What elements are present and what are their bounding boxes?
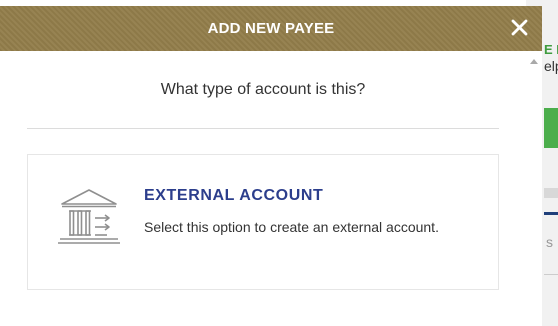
account-type-question: What type of account is this? [160,81,366,98]
modal-body: What type of account is this? EXTERNAL A… [0,51,526,326]
background-divider [544,274,558,275]
background-help-text: elp [544,58,558,74]
close-button[interactable] [506,14,532,40]
background-green-button [544,108,558,148]
close-icon [511,19,527,35]
background-navy-divider [544,212,558,215]
modal-scrollbar[interactable] [526,51,542,326]
background-green-text: E I [544,42,558,57]
background-gray-text: s [546,234,553,250]
modal-header: ADD NEW PAYEE [0,6,542,51]
option-title: EXTERNAL ACCOUNT [144,187,324,204]
option-description: Select this option to create an external… [144,219,439,235]
background-gray-bar [544,188,558,198]
screen: E I elp s ADD NEW PAYEE What type of acc… [0,0,558,326]
divider [27,128,499,129]
modal-title: ADD NEW PAYEE [207,20,335,37]
scroll-up-arrow-icon[interactable] [530,59,538,64]
external-account-option[interactable]: EXTERNAL ACCOUNT Select this option to c… [27,154,499,290]
bank-transfer-icon [58,189,120,244]
add-payee-modal: ADD NEW PAYEE What type of account is th… [0,6,542,326]
